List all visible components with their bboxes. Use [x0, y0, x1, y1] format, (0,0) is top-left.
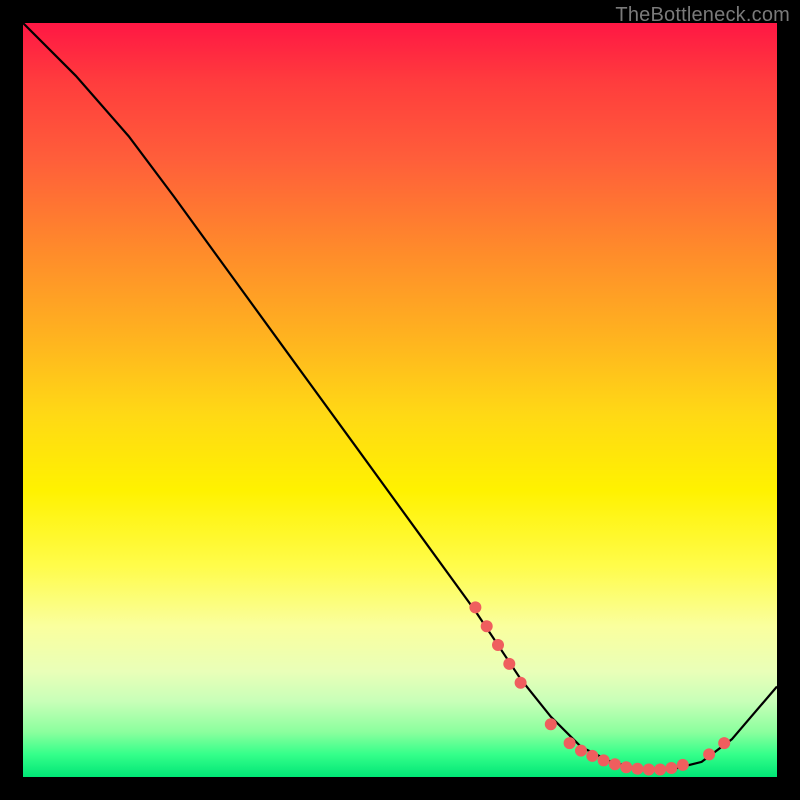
- chart-frame: TheBottleneck.com: [0, 0, 800, 800]
- gradient-plot-area: [23, 23, 777, 777]
- watermark-text: TheBottleneck.com: [615, 4, 790, 27]
